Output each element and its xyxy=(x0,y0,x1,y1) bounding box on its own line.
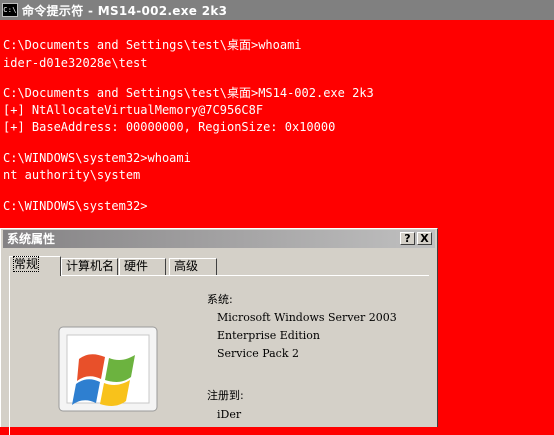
registered-to-label: 注册到: xyxy=(207,389,244,402)
tab-computer-name[interactable]: 计算机名 xyxy=(61,258,118,275)
close-button[interactable]: X xyxy=(417,232,432,245)
registered-user: iDer xyxy=(217,408,242,421)
console-window-title: 命令提示符 - MS14-002.exe 2k3 xyxy=(22,3,228,18)
tab-general-label: 常规 xyxy=(12,256,40,272)
console-line: ider-d01e32028e\test xyxy=(3,56,148,70)
system-service-pack: Service Pack 2 xyxy=(217,347,299,360)
console-line: [+] BaseAddress: 00000000, RegionSize: 0… xyxy=(3,120,336,134)
system-edition: Enterprise Edition xyxy=(217,329,321,342)
tab-advanced[interactable]: 高级 xyxy=(169,258,217,275)
tab-general[interactable]: 常规 xyxy=(9,256,61,276)
help-button[interactable]: ? xyxy=(400,232,415,245)
console-prompt: C:\WINDOWS\system32> xyxy=(3,199,148,213)
tab-computer-name-label: 计算机名 xyxy=(66,259,115,273)
dialog-title-bar[interactable]: 系统属性 ? X xyxy=(3,230,435,248)
console-app-icon[interactable]: C:\ xyxy=(2,3,18,17)
windows-logo-monitor xyxy=(53,323,163,427)
dialog-title: 系统属性 xyxy=(7,232,56,246)
console-line: [+] NtAllocateVirtualMemory@7C956C8F xyxy=(3,103,264,117)
system-properties-dialog: 系统属性 ? X 常规 计算机名 硬件 高级 系统: Microsoft Win… xyxy=(0,228,438,435)
tab-hardware-label: 硬件 xyxy=(124,259,149,273)
console-background xyxy=(438,228,554,427)
tab-hardware[interactable]: 硬件 xyxy=(119,258,166,275)
console-title-bar[interactable]: C:\ 命令提示符 - MS14-002.exe 2k3 xyxy=(0,0,554,20)
tab-advanced-label: 高级 xyxy=(174,259,199,273)
system-os-name: Microsoft Windows Server 2003 xyxy=(217,311,397,324)
console-line: C:\WINDOWS\system32>whoami xyxy=(3,151,191,165)
console-line: C:\Documents and Settings\test\桌面>whoami xyxy=(3,38,302,52)
console-line: nt authority\system xyxy=(3,168,141,182)
console-line: C:\Documents and Settings\test\桌面>MS14-0… xyxy=(3,86,374,100)
system-label: 系统: xyxy=(207,293,233,306)
